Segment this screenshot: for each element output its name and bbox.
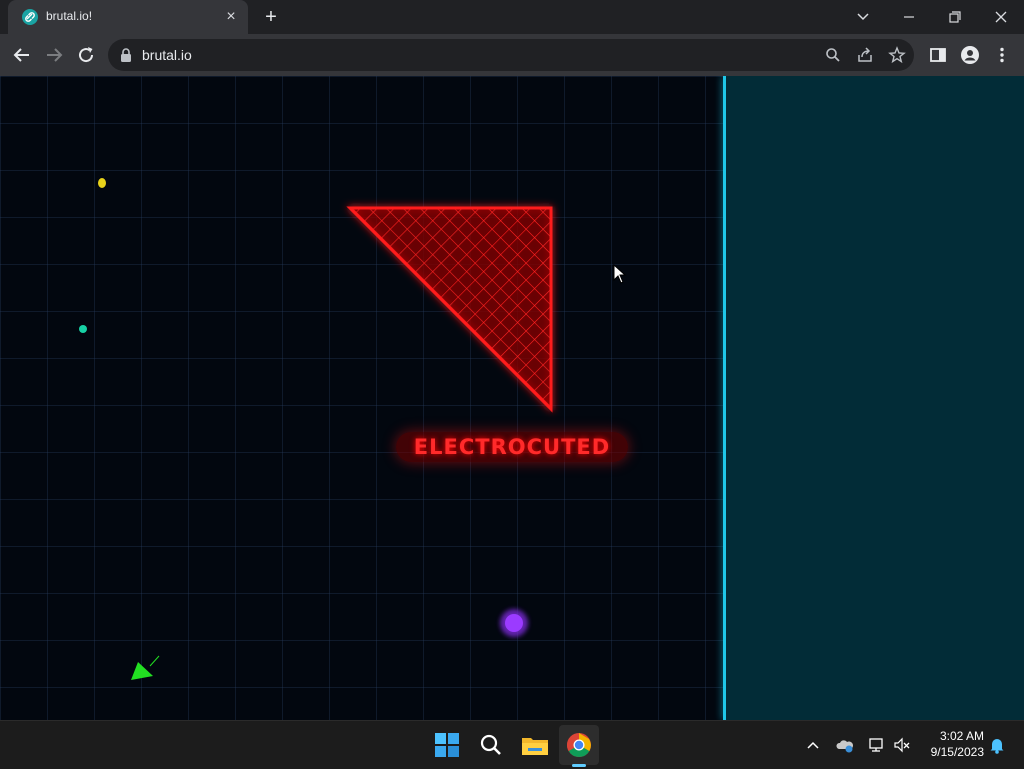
tab-search-chevron-down-icon[interactable] (849, 6, 877, 28)
close-icon[interactable]: × (222, 8, 240, 26)
windows-taskbar: 3:02 AM 9/15/2023 (0, 720, 1024, 769)
arrow-right-icon[interactable] (42, 43, 66, 67)
tab-strip: brutal.io! × + (0, 0, 1024, 34)
arrow-left-icon[interactable] (10, 43, 34, 67)
clock-date[interactable]: 9/15/2023 (910, 745, 984, 759)
restore-icon[interactable] (941, 6, 969, 28)
tab-brutal-io[interactable]: brutal.io! × (8, 0, 248, 34)
purple-orb (500, 609, 528, 637)
windows-start-icon[interactable] (431, 729, 463, 761)
profile-icon[interactable] (960, 45, 980, 65)
browser-toolbar: brutal.io (0, 34, 1024, 76)
kebab-menu-icon[interactable] (992, 45, 1012, 65)
bell-icon[interactable] (987, 735, 1007, 755)
url-text[interactable]: brutal.io (142, 47, 192, 63)
player-ship (131, 655, 160, 680)
lock-icon[interactable] (120, 48, 132, 62)
reload-icon[interactable] (74, 43, 98, 67)
link-icon (22, 9, 38, 25)
search-icon[interactable] (475, 729, 507, 761)
star-icon[interactable] (888, 46, 906, 64)
yellow-orb (98, 178, 106, 188)
electrocuted-status-label: ELECTROCUTED (396, 432, 628, 462)
file-explorer-icon[interactable] (519, 729, 551, 761)
mouse-cursor-icon (613, 264, 627, 284)
side-panel-icon[interactable] (928, 45, 948, 65)
speaker-muted-icon[interactable] (892, 735, 912, 755)
onedrive-icon[interactable] (835, 735, 855, 755)
clock-time[interactable]: 3:02 AM (920, 729, 984, 743)
out-of-bounds-area (726, 76, 1024, 720)
network-icon[interactable] (867, 735, 887, 755)
electric-triangle-hazard (346, 206, 553, 413)
close-window-icon[interactable] (987, 6, 1015, 28)
plus-icon[interactable]: + (260, 6, 282, 28)
search-icon[interactable] (824, 46, 842, 64)
tab-title: brutal.io! (46, 9, 93, 23)
game-canvas[interactable]: ELECTROCUTED (0, 76, 1024, 720)
teal-orb (79, 325, 87, 333)
game-entities (79, 178, 553, 680)
chrome-icon[interactable] (563, 729, 595, 761)
chevron-up-icon[interactable] (803, 735, 823, 755)
minimize-icon[interactable] (895, 6, 923, 28)
share-icon[interactable] (856, 46, 874, 64)
address-bar[interactable]: brutal.io (108, 39, 914, 71)
active-app-indicator (572, 764, 586, 767)
